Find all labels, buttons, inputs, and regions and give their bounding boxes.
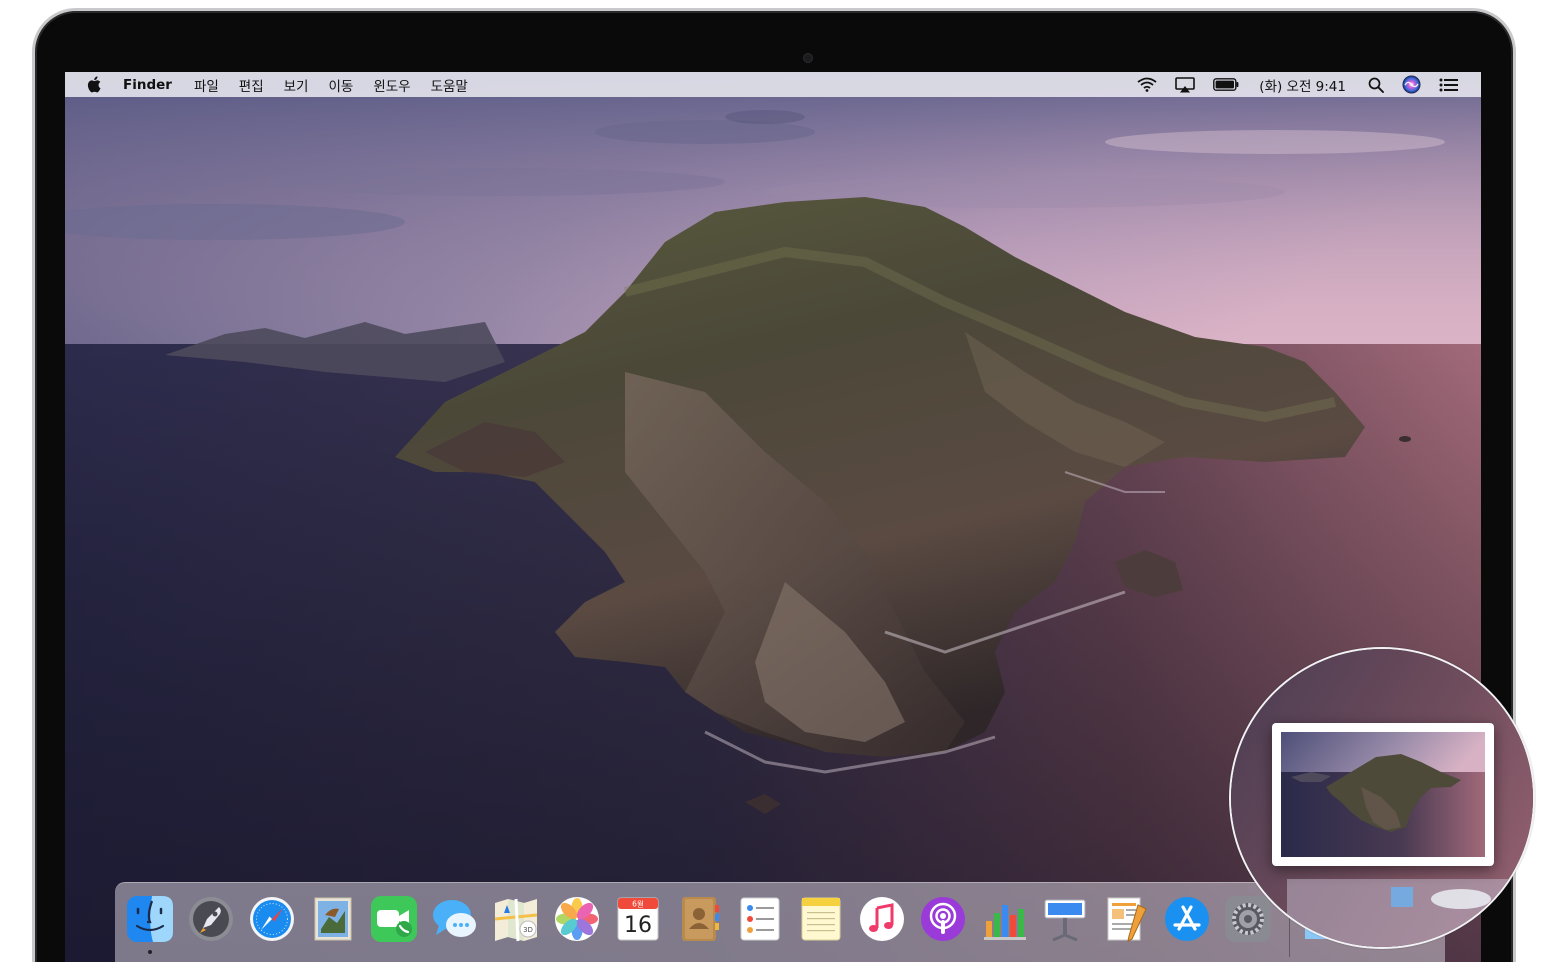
menu-file[interactable]: 파일 (194, 75, 219, 95)
screenshot-thumbnail[interactable] (1272, 723, 1494, 866)
calendar-icon: 6월 16 (617, 897, 659, 941)
maps-icon: 3D (494, 898, 538, 942)
dock-photos[interactable] (551, 891, 603, 947)
dock-safari[interactable] (246, 891, 298, 947)
pages-icon (1107, 897, 1147, 942)
mail-icon (314, 897, 352, 941)
podcasts-icon (921, 897, 965, 941)
spotlight-icon[interactable] (1368, 77, 1384, 93)
dock-calendar[interactable]: 6월 16 (612, 891, 664, 947)
battery-icon[interactable] (1213, 78, 1239, 91)
menu-app-finder[interactable]: Finder (123, 77, 172, 93)
menu-clock[interactable]: (화) 오전 9:41 (1259, 75, 1346, 95)
dock-podcasts[interactable] (917, 891, 969, 947)
dock-app-store[interactable] (1161, 891, 1213, 947)
dock-mail[interactable] (307, 891, 359, 947)
calendar-day: 16 (624, 913, 652, 938)
siri-icon[interactable] (1402, 75, 1421, 94)
dock-numbers[interactable] (978, 891, 1030, 947)
menu-help[interactable]: 도움말 (431, 75, 468, 95)
facetime-icon (371, 896, 417, 942)
thumbnail-wallpaper (1281, 732, 1485, 857)
wifi-icon[interactable] (1137, 77, 1157, 92)
camera (803, 53, 813, 63)
screenshot-preview (1281, 732, 1485, 857)
numbers-icon (984, 905, 1026, 940)
dock-finder[interactable] (124, 891, 176, 947)
dock-reminders[interactable] (734, 891, 786, 947)
launchpad-icon (189, 897, 233, 941)
dock-keynote[interactable] (1039, 891, 1091, 947)
menu-edit[interactable]: 편집 (239, 75, 264, 95)
dock-pages[interactable] (1100, 891, 1152, 947)
dock-messages[interactable] (429, 891, 481, 947)
apple-logo-icon[interactable] (87, 75, 105, 95)
dock-contacts[interactable] (673, 891, 725, 947)
music-icon (860, 897, 904, 941)
menu-view[interactable]: 보기 (284, 75, 309, 95)
finder-icon (127, 896, 173, 942)
menu-window[interactable]: 윈도우 (373, 75, 410, 95)
menu-go[interactable]: 이동 (328, 75, 353, 95)
app-store-icon (1165, 897, 1209, 941)
keynote-icon (1044, 899, 1086, 942)
dock-music[interactable] (856, 891, 908, 947)
svg-text:3D: 3D (523, 926, 533, 934)
photos-icon (555, 897, 599, 941)
notes-icon (801, 897, 841, 941)
dock-notes[interactable] (795, 891, 847, 947)
messages-icon (433, 900, 476, 937)
running-indicator (148, 950, 152, 954)
airplay-icon[interactable] (1175, 76, 1196, 93)
contacts-icon (682, 897, 719, 941)
calendar-month: 6월 (632, 899, 644, 909)
dock-maps[interactable]: 3D (490, 891, 542, 947)
menu-bar: Finder 파일 편집 보기 이동 윈도우 도움말 (화) 오전 9:41 (65, 72, 1481, 97)
status-area: (화) 오전 9:41 (1119, 72, 1459, 97)
reminders-icon (740, 897, 780, 941)
dock-launchpad[interactable] (185, 891, 237, 947)
notification-center-icon[interactable] (1439, 78, 1459, 92)
dock-facetime[interactable] (368, 891, 420, 947)
safari-icon (250, 897, 294, 941)
